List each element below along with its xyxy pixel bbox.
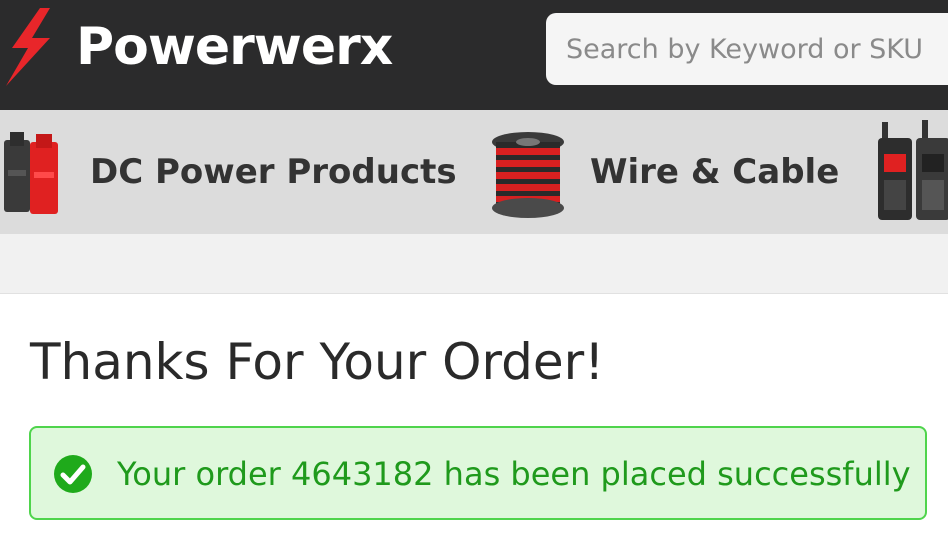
success-alert: Your order 4643182 has been placed succe… xyxy=(29,426,927,520)
category-label: Wire & Cable xyxy=(590,152,840,192)
logo-text: Powerwerx xyxy=(76,17,393,77)
category-dc-power-products[interactable]: DC Power Products xyxy=(0,110,457,234)
category-radios[interactable] xyxy=(872,110,948,234)
search-input[interactable] xyxy=(546,13,948,85)
breadcrumb-bar xyxy=(0,234,948,294)
radio-icon xyxy=(878,120,948,220)
site-header: Powerwerx xyxy=(0,0,948,110)
category-label: DC Power Products xyxy=(90,152,457,192)
category-wire-cable[interactable]: Wire & Cable xyxy=(480,110,840,234)
wire-spool-icon xyxy=(492,132,564,218)
connector-icon xyxy=(4,132,58,214)
check-circle-icon xyxy=(54,455,92,493)
lightning-bolt-icon xyxy=(6,8,50,86)
success-message: Your order 4643182 has been placed succe… xyxy=(117,455,911,493)
page-title: Thanks For Your Order! xyxy=(30,333,605,391)
category-nav: DC Power Products Wire & Cable xyxy=(0,110,948,234)
